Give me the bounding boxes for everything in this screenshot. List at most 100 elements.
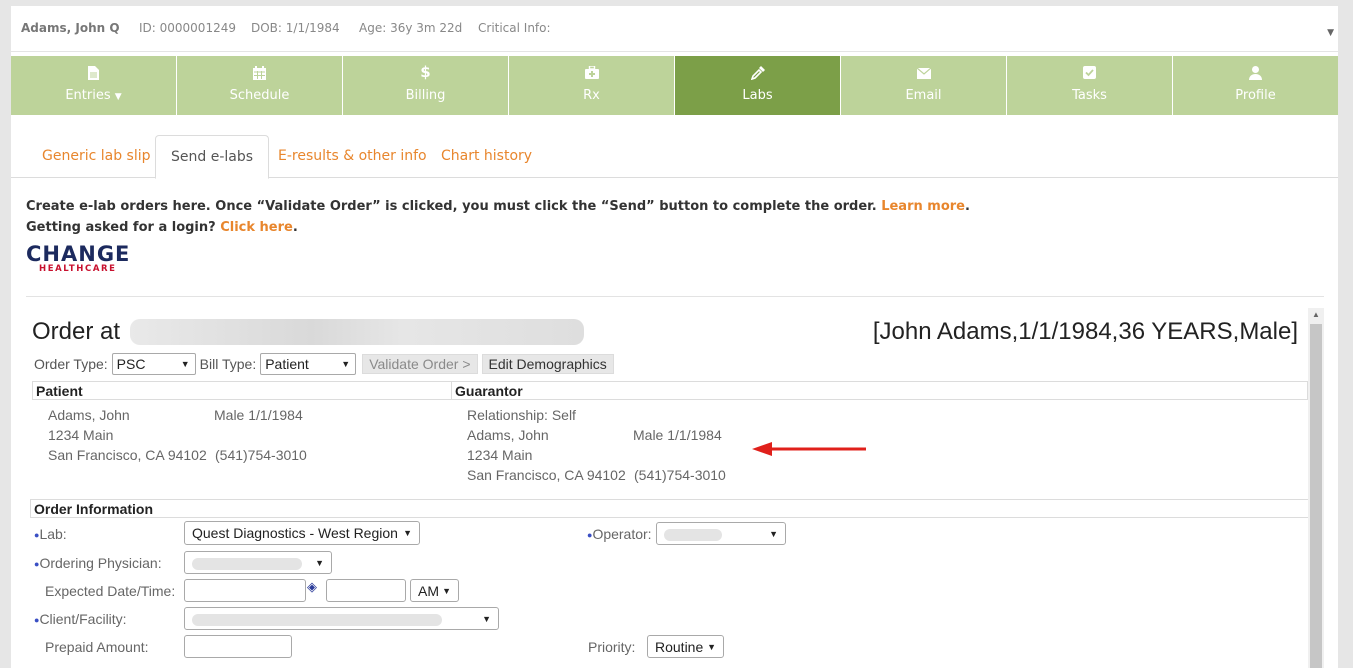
critical-info: Critical Info:	[478, 21, 551, 35]
select-caret-icon: ▼	[341, 359, 351, 369]
eyedropper-icon	[675, 66, 840, 80]
learn-more-link[interactable]: Learn more	[881, 199, 965, 214]
patient-header[interactable]: Adams, John Q ID: 0000001249 DOB: 1/1/19…	[11, 6, 1338, 52]
select-caret-icon: ▼	[707, 642, 716, 652]
ampm-select[interactable]: AM ▼	[410, 579, 459, 602]
redacted-facility	[130, 319, 584, 345]
prepaid-amount-input[interactable]	[184, 635, 292, 658]
patient-city: San Francisco, CA 94102	[48, 447, 207, 463]
dollar-icon: $	[420, 63, 431, 81]
bill-type-value: Patient	[265, 356, 309, 372]
nav-item-billing[interactable]: $ Billing	[343, 56, 509, 115]
caret-down-icon: ▼	[114, 92, 122, 102]
redacted-operator	[664, 529, 722, 542]
ordering-physician-label: ●Ordering Physician:	[34, 555, 162, 571]
tab-e-results[interactable]: E-results & other info	[263, 135, 442, 178]
envelope-icon	[841, 66, 1006, 80]
calendar-icon	[177, 66, 342, 80]
calendar-picker-icon[interactable]: ◈	[307, 579, 317, 595]
click-here-link[interactable]: Click here	[220, 220, 293, 235]
priority-label: Priority:	[588, 639, 636, 655]
lab-value: Quest Diagnostics - West Region	[192, 525, 398, 541]
app-frame: Adams, John Q ID: 0000001249 DOB: 1/1/19…	[11, 6, 1338, 668]
nav-label-labs: Labs	[742, 88, 773, 103]
redacted-physician	[192, 558, 302, 571]
nav-item-rx[interactable]: Rx	[509, 56, 675, 115]
patient-sex-dob: Male 1/1/1984	[214, 407, 303, 423]
intro-text: Create e-lab orders here. Once “Validate…	[26, 199, 970, 235]
patient-id: ID: 0000001249	[139, 21, 236, 35]
expected-time-input[interactable]	[326, 579, 406, 602]
change-healthcare-logo: CHANGE HEALTHCARE	[26, 242, 130, 274]
lab-tabs: Generic lab slip Send e-labs E-results &…	[11, 135, 1338, 179]
order-information-header: Order Information	[30, 499, 1310, 518]
validate-order-button[interactable]: Validate Order >	[362, 354, 478, 374]
select-caret-icon: ▼	[180, 359, 190, 369]
order-type-label: Order Type:	[34, 356, 108, 372]
expected-date-input[interactable]	[184, 579, 306, 602]
order-type-select[interactable]: PSC ▼	[111, 353, 196, 375]
patient-summary: [John Adams,1/1/1984,36 YEARS,Male]	[872, 318, 1298, 345]
select-caret-icon: ▼	[769, 529, 778, 539]
guarantor-street: 1234 Main	[467, 447, 533, 463]
guarantor-name: Adams, John	[467, 427, 549, 443]
ampm-value: AM	[418, 583, 439, 599]
guarantor-relationship: Relationship: Self	[467, 407, 576, 423]
guarantor-city: San Francisco, CA 94102	[467, 467, 626, 483]
select-caret-icon: ▼	[442, 586, 451, 596]
redacted-facility-option	[192, 614, 442, 627]
patient-phone: (541)754-3010	[215, 447, 307, 463]
main-nav: Entries ▼ Schedule $ Billing Rx Labs Ema…	[11, 56, 1338, 115]
nav-label-profile: Profile	[1235, 88, 1276, 103]
intro-line-1: Create e-lab orders here. Once “Validate…	[26, 199, 877, 214]
bill-type-select[interactable]: Patient ▼	[260, 353, 357, 375]
priority-select[interactable]: Routine ▼	[647, 635, 724, 658]
scroll-thumb[interactable]	[1310, 324, 1322, 668]
order-scrollbar[interactable]: ▲	[1308, 308, 1324, 668]
guarantor-phone: (541)754-3010	[634, 467, 726, 483]
order-type-row: Order Type: PSC ▼ Bill Type: Patient ▼ Val…	[34, 353, 614, 375]
lab-label: ●Lab:	[34, 526, 67, 542]
lab-select[interactable]: Quest Diagnostics - West Region ▼	[184, 521, 420, 545]
expected-date-time-label: Expected Date/Time:	[45, 583, 176, 599]
user-icon	[1173, 66, 1338, 80]
file-icon	[11, 66, 176, 80]
edit-demographics-button[interactable]: Edit Demographics	[481, 354, 614, 374]
patient-age: Age: 36y 3m 22d	[359, 21, 463, 35]
nav-item-profile[interactable]: Profile	[1173, 56, 1338, 115]
patient-dob: DOB: 1/1/1984	[251, 21, 340, 35]
patient-name: Adams, John Q	[21, 21, 120, 35]
logo-main-text: CHANGE	[26, 242, 131, 266]
ordering-physician-select[interactable]: ▼	[184, 551, 332, 574]
nav-item-email[interactable]: Email	[841, 56, 1007, 115]
patient-section-header: Patient	[32, 381, 452, 400]
priority-value: Routine	[655, 639, 704, 655]
nav-label-rx: Rx	[583, 88, 600, 103]
nav-label-email: Email	[905, 88, 942, 103]
expand-header-icon[interactable]: ▼	[1327, 28, 1334, 38]
order-frame: Order at [John Adams,1/1/1984,36 YEARS,M…	[26, 308, 1324, 668]
nav-item-tasks[interactable]: Tasks	[1007, 56, 1173, 115]
prepaid-amount-label: Prepaid Amount:	[45, 639, 149, 655]
operator-select[interactable]: ▼	[656, 522, 786, 545]
patient-name-text: Adams, John	[48, 407, 130, 423]
bill-type-label: Bill Type:	[199, 356, 257, 372]
check-square-icon	[1007, 66, 1172, 80]
select-caret-icon: ▼	[403, 528, 412, 538]
client-facility-label: ●Client/Facility:	[34, 611, 127, 627]
tab-chart-history[interactable]: Chart history	[426, 135, 547, 178]
order-type-value: PSC	[116, 356, 146, 372]
patient-street: 1234 Main	[48, 427, 114, 443]
client-facility-select[interactable]: ▼	[184, 607, 499, 630]
tab-send-e-labs[interactable]: Send e-labs	[155, 135, 270, 179]
annotation-arrow-icon	[752, 442, 866, 456]
tab-generic-lab-slip[interactable]: Generic lab slip	[27, 135, 166, 178]
nav-label-entries: Entries	[65, 88, 111, 103]
guarantor-section-header: Guarantor	[451, 381, 1308, 400]
nav-label-schedule: Schedule	[229, 88, 290, 103]
intro-line-2: Getting asked for a login?	[26, 220, 216, 235]
scroll-up-icon[interactable]: ▲	[1308, 310, 1324, 322]
nav-item-labs[interactable]: Labs	[675, 56, 841, 115]
nav-item-schedule[interactable]: Schedule	[177, 56, 343, 115]
nav-item-entries[interactable]: Entries ▼	[11, 56, 177, 115]
